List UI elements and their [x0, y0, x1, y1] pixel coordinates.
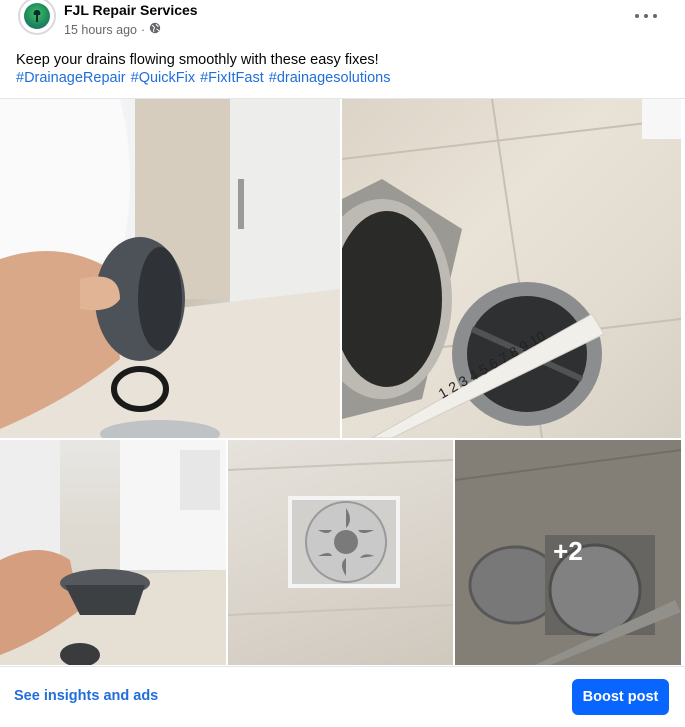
post-text: Keep your drains flowing smoothly with t… [16, 52, 379, 68]
hashtags: #DrainageRepair #QuickFix #FixItFast #dr… [16, 68, 390, 88]
meta-separator: · [140, 23, 146, 37]
post-meta: 15 hours ago · [64, 22, 161, 38]
photo-3[interactable] [0, 440, 226, 665]
hashtag-link[interactable]: #DrainageRepair [16, 68, 126, 88]
logo-icon [24, 3, 50, 29]
photo-4[interactable] [228, 440, 453, 665]
page-name-link[interactable]: FJL Repair Services [64, 2, 198, 18]
timestamp-link[interactable]: 15 hours ago [64, 22, 137, 38]
hashtag-link[interactable]: #drainagesolutions [269, 68, 391, 88]
hashtag-link[interactable]: #QuickFix [131, 68, 195, 88]
divider [0, 666, 685, 667]
more-photos-count[interactable]: +2 [455, 536, 681, 567]
photo-2[interactable]: 1 2 3 4 5 6 7 8 9 10 [342, 99, 681, 438]
hashtag-link[interactable]: #FixItFast [200, 68, 264, 88]
page-avatar[interactable] [18, 0, 56, 35]
more-options-icon[interactable] [635, 8, 657, 24]
photo-1[interactable] [0, 99, 340, 438]
see-insights-link[interactable]: See insights and ads [14, 688, 158, 704]
boost-post-button[interactable]: Boost post [572, 679, 669, 715]
post-card: FJL Repair Services 15 hours ago · Keep … [0, 0, 685, 727]
globe-icon[interactable] [149, 22, 161, 38]
photo-5[interactable]: +2 [455, 440, 681, 665]
